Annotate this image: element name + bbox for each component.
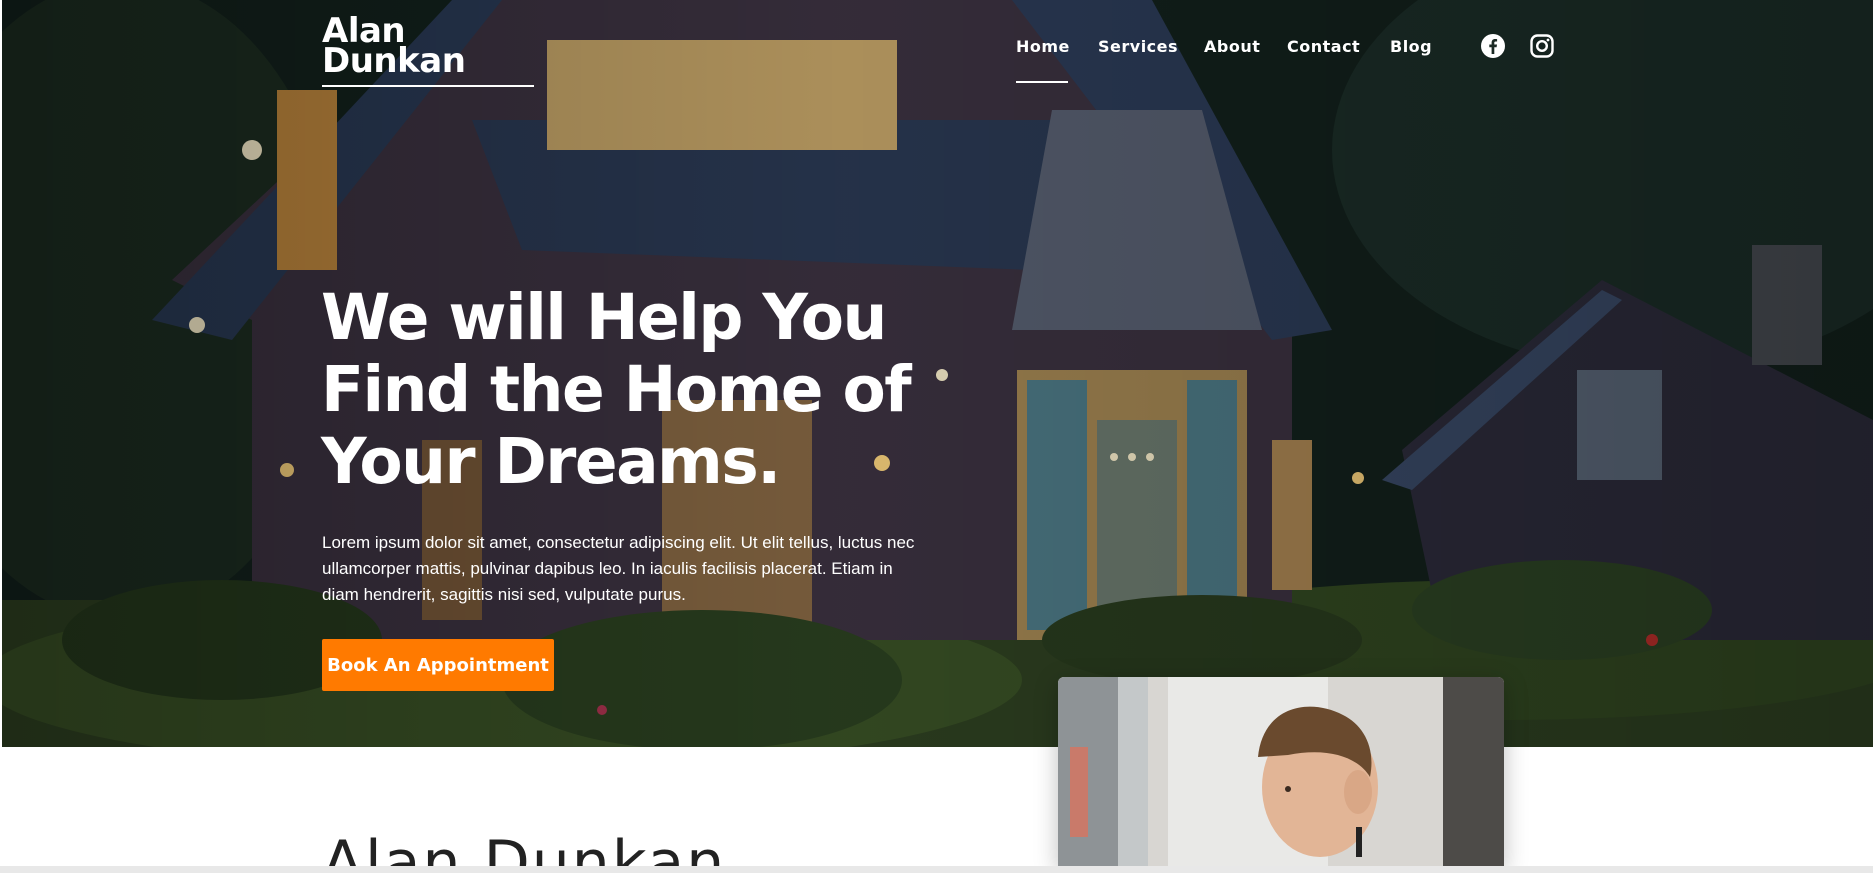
headline-line-1: We will Help You: [321, 281, 887, 354]
logo-underline: [322, 85, 534, 87]
instagram-icon[interactable]: [1529, 33, 1555, 59]
headline-line-3: Your Dreams.: [321, 425, 781, 498]
profile-photo: [1058, 677, 1504, 867]
profile-photo-image: [1058, 677, 1504, 867]
nav-item-services[interactable]: Services: [1098, 37, 1178, 56]
logo-line-second: Dunkan: [322, 41, 466, 81]
site-logo[interactable]: Alan Dunkan: [322, 14, 466, 81]
horizontal-scrollbar[interactable]: [0, 866, 1873, 873]
nav-item-blog[interactable]: Blog: [1390, 37, 1432, 56]
hero-lead-text: Lorem ipsum dolor sit amet, consectetur …: [322, 533, 915, 604]
headline-line-2: Find the Home of: [321, 353, 912, 426]
book-appointment-button[interactable]: Book An Appointment: [322, 639, 554, 691]
nav-item-home[interactable]: Home: [1016, 37, 1070, 56]
hero-headline: We will Help You Find the Home of Your D…: [321, 282, 941, 498]
facebook-icon[interactable]: [1480, 33, 1506, 59]
nav-item-contact[interactable]: Contact: [1287, 37, 1360, 56]
nav-active-indicator: [1016, 81, 1068, 83]
nav-item-about[interactable]: About: [1204, 37, 1260, 56]
